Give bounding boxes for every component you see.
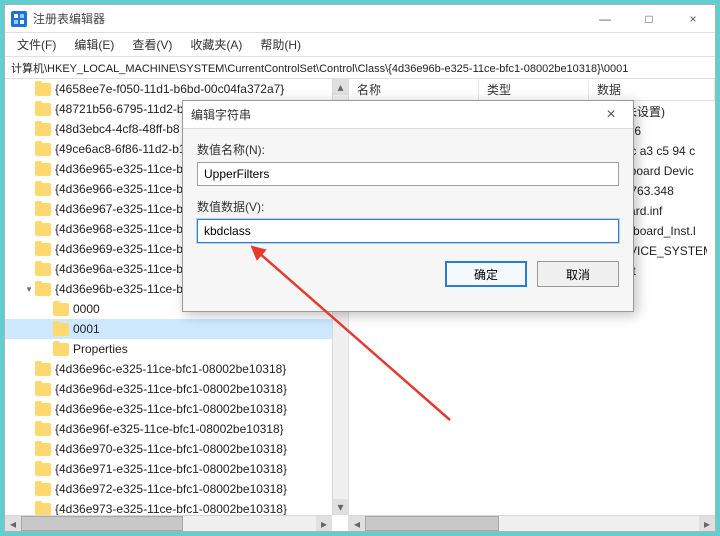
list-header: 名称 类型 数据 bbox=[349, 79, 715, 101]
tree-item-label: {4d36e96b-e325-11ce-bf bbox=[55, 282, 186, 296]
scrollbar-thumb[interactable] bbox=[21, 516, 183, 531]
tree-item[interactable]: {4d36e96e-e325-11ce-bfc1-08002be10318} bbox=[5, 399, 332, 419]
tree-item-label: {4d36e96e-e325-11ce-bfc1-08002be10318} bbox=[55, 402, 287, 416]
folder-icon bbox=[35, 443, 51, 456]
tree-item-label: {4658ee7e-f050-11d1-b6bd-00c04fa372a7} bbox=[55, 82, 284, 96]
menu-view[interactable]: 查看(V) bbox=[126, 34, 178, 55]
twisty-open-icon[interactable]: ▾ bbox=[23, 284, 35, 295]
value-name-input[interactable] bbox=[197, 162, 619, 186]
column-data[interactable]: 数据 bbox=[589, 79, 715, 100]
value-data-input[interactable] bbox=[197, 219, 619, 243]
tree-item-label: {4d36e971-e325-11ce-bfc1-08002be10318} bbox=[55, 462, 287, 476]
scroll-down-icon[interactable]: ▾ bbox=[333, 499, 348, 515]
address-bar[interactable]: 计算机\HKEY_LOCAL_MACHINE\SYSTEM\CurrentCon… bbox=[5, 57, 715, 79]
titlebar: 注册表编辑器 — □ × bbox=[5, 5, 715, 33]
column-name[interactable]: 名称 bbox=[349, 79, 479, 100]
menu-help[interactable]: 帮助(H) bbox=[254, 34, 307, 55]
minimize-button[interactable]: — bbox=[583, 5, 627, 33]
folder-icon bbox=[35, 123, 51, 136]
tree-item[interactable]: Properties bbox=[5, 339, 332, 359]
tree-item[interactable]: 0001 bbox=[5, 319, 332, 339]
dialog-close-button[interactable]: × bbox=[597, 104, 625, 126]
menu-favorites[interactable]: 收藏夹(A) bbox=[184, 34, 248, 55]
registry-app-icon bbox=[11, 11, 27, 27]
folder-icon bbox=[35, 143, 51, 156]
tree-item-label: Properties bbox=[73, 342, 128, 356]
scroll-right-icon[interactable]: ▸ bbox=[699, 516, 715, 531]
tree-item[interactable]: {4d36e96c-e325-11ce-bfc1-08002be10318} bbox=[5, 359, 332, 379]
tree-item-label: {4d36e96c-e325-11ce-bfc1-08002be10318} bbox=[55, 362, 286, 376]
tree-item[interactable]: {4d36e96f-e325-11ce-bfc1-08002be10318} bbox=[5, 419, 332, 439]
list-horizontal-scrollbar[interactable]: ◂ ▸ bbox=[349, 515, 715, 531]
window-title: 注册表编辑器 bbox=[33, 10, 583, 27]
tree-item[interactable]: {4d36e96d-e325-11ce-bfc1-08002be10318} bbox=[5, 379, 332, 399]
folder-icon bbox=[35, 403, 51, 416]
scroll-left-icon[interactable]: ◂ bbox=[349, 516, 365, 531]
column-type[interactable]: 类型 bbox=[479, 79, 589, 100]
folder-icon bbox=[35, 243, 51, 256]
maximize-button[interactable]: □ bbox=[627, 5, 671, 33]
tree-item-label: {4d36e965-e325-11ce-bf bbox=[55, 162, 186, 176]
value-name-label: 数值名称(N): bbox=[197, 141, 619, 158]
folder-icon bbox=[35, 363, 51, 376]
scroll-up-icon[interactable]: ▴ bbox=[333, 79, 348, 95]
close-button[interactable]: × bbox=[671, 5, 715, 33]
tree-item[interactable]: {4658ee7e-f050-11d1-b6bd-00c04fa372a7} bbox=[5, 79, 332, 99]
folder-icon bbox=[35, 183, 51, 196]
tree-item-label: 0001 bbox=[73, 322, 100, 336]
tree-item-label: {4d36e973-e325-11ce-bfc1-08002be10318} bbox=[55, 502, 287, 516]
folder-icon bbox=[35, 83, 51, 96]
folder-icon bbox=[35, 463, 51, 476]
folder-icon bbox=[53, 303, 69, 316]
tree-item-label: {4d36e972-e325-11ce-bfc1-08002be10318} bbox=[55, 482, 287, 496]
folder-icon bbox=[53, 323, 69, 336]
dialog-title: 编辑字符串 bbox=[191, 106, 251, 123]
dialog-titlebar: 编辑字符串 × bbox=[183, 101, 633, 129]
tree-item-label: {4d36e967-e325-11ce-bf bbox=[55, 202, 186, 216]
folder-icon bbox=[35, 263, 51, 276]
folder-icon bbox=[35, 423, 51, 436]
tree-item-label: {4d36e96a-e325-11ce-bf bbox=[55, 262, 186, 276]
folder-icon bbox=[35, 383, 51, 396]
tree-item[interactable]: {4d36e971-e325-11ce-bfc1-08002be10318} bbox=[5, 459, 332, 479]
menubar: 文件(F) 编辑(E) 查看(V) 收藏夹(A) 帮助(H) bbox=[5, 33, 715, 57]
tree-item-label: {48d3ebc4-4cf8-48ff-b8 bbox=[55, 122, 180, 136]
menu-file[interactable]: 文件(F) bbox=[11, 34, 62, 55]
tree-item-label: {4d36e966-e325-11ce-bf bbox=[55, 182, 186, 196]
folder-icon bbox=[35, 163, 51, 176]
tree-item-label: {4d36e96f-e325-11ce-bfc1-08002be10318} bbox=[55, 422, 284, 436]
tree-item-label: {4d36e969-e325-11ce-bf bbox=[55, 242, 186, 256]
folder-icon bbox=[35, 223, 51, 236]
tree-item-label: {4d36e96d-e325-11ce-bfc1-08002be10318} bbox=[55, 382, 287, 396]
dialog-body: 数值名称(N): 数值数据(V): 确定 取消 bbox=[183, 129, 633, 311]
folder-icon bbox=[35, 283, 51, 296]
folder-icon bbox=[35, 103, 51, 116]
edit-string-dialog: 编辑字符串 × 数值名称(N): 数值数据(V): 确定 取消 bbox=[182, 100, 634, 312]
scrollbar-thumb[interactable] bbox=[365, 516, 499, 531]
folder-icon bbox=[35, 483, 51, 496]
tree-item-label: {4d36e968-e325-11ce-bf bbox=[55, 222, 186, 236]
tree-item[interactable]: {4d36e972-e325-11ce-bfc1-08002be10318} bbox=[5, 479, 332, 499]
tree-item[interactable]: {4d36e970-e325-11ce-bfc1-08002be10318} bbox=[5, 439, 332, 459]
ok-button[interactable]: 确定 bbox=[445, 261, 527, 287]
scroll-right-icon[interactable]: ▸ bbox=[316, 516, 332, 531]
scroll-left-icon[interactable]: ◂ bbox=[5, 516, 21, 531]
value-data-label: 数值数据(V): bbox=[197, 198, 619, 215]
menu-edit[interactable]: 编辑(E) bbox=[68, 34, 120, 55]
tree-item-label: {48721b56-6795-11d2-b bbox=[55, 102, 184, 116]
tree-item-label: {4d36e970-e325-11ce-bfc1-08002be10318} bbox=[55, 442, 287, 456]
folder-icon bbox=[53, 343, 69, 356]
folder-icon bbox=[35, 503, 51, 516]
cancel-button[interactable]: 取消 bbox=[537, 261, 619, 287]
tree-item-label: {49ce6ac8-6f86-11d2-b1 bbox=[55, 142, 186, 156]
tree-horizontal-scrollbar[interactable]: ◂ ▸ bbox=[5, 515, 332, 531]
folder-icon bbox=[35, 203, 51, 216]
tree-item-label: 0000 bbox=[73, 302, 100, 316]
